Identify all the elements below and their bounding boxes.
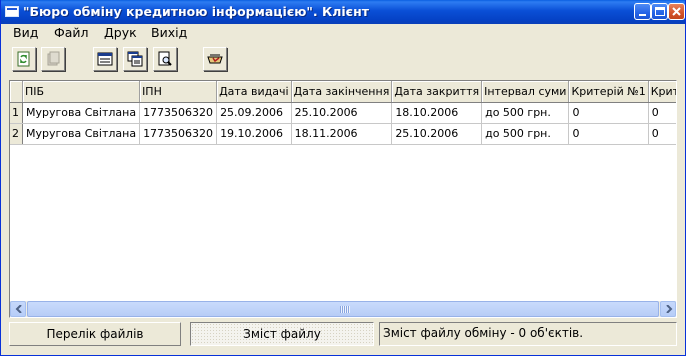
- table-row[interactable]: 2 Муругова Світлана 1773506320 19.10.200…: [10, 123, 676, 145]
- column-header[interactable]: Дата закриття: [391, 81, 483, 103]
- list-icon: [97, 52, 113, 66]
- status-bar: Зміст файлу обміну - 0 об'єктів.: [379, 322, 677, 346]
- table-cell[interactable]: 0: [568, 123, 649, 145]
- maximize-button[interactable]: [651, 3, 668, 20]
- column-header[interactable]: Дата закінчення: [291, 81, 393, 103]
- refresh-icon: [17, 51, 30, 67]
- chevron-left-icon: [15, 305, 22, 313]
- document-stack-icon: [47, 51, 60, 66]
- column-header[interactable]: Критерій №2: [648, 81, 676, 103]
- minimize-icon: [639, 14, 646, 16]
- table-cell[interactable]: 25.10.2006: [291, 102, 393, 124]
- window-title: "Бюро обміну кредитною інформацією". Клі…: [23, 4, 369, 19]
- menu-bar: Вид Файл Друк Вихід: [1, 24, 685, 42]
- chevron-right-icon: [666, 305, 673, 313]
- export-button[interactable]: [203, 47, 227, 71]
- list-view-button[interactable]: [93, 47, 117, 71]
- table-cell[interactable]: Муругова Світлана: [22, 123, 141, 145]
- menu-file[interactable]: Файл: [54, 25, 89, 40]
- table-cell[interactable]: 18.10.2006: [391, 102, 483, 124]
- table-cell[interactable]: 0: [648, 102, 676, 124]
- app-icon: [5, 6, 19, 17]
- menu-exit[interactable]: Вихід: [151, 25, 187, 40]
- scroll-thumb[interactable]: [27, 301, 659, 317]
- maximize-icon: [655, 7, 665, 16]
- table-cell[interactable]: до 500 грн.: [481, 102, 570, 124]
- disabled-doc-button[interactable]: [41, 47, 65, 71]
- windows-icon: [127, 51, 143, 67]
- table-cell[interactable]: до 500 грн.: [481, 123, 570, 145]
- data-grid[interactable]: ПІБ ІПН Дата видачі Дата закінчення Дата…: [9, 80, 677, 318]
- table-row[interactable]: 1 Муругова Світлана 1773506320 25.09.200…: [10, 102, 676, 124]
- toolbar: [1, 43, 685, 75]
- scroll-left-button[interactable]: [10, 301, 26, 317]
- multi-window-button[interactable]: [123, 47, 147, 71]
- main-window: "Бюро обміну кредитною інформацією". Клі…: [0, 0, 686, 356]
- tab-file-content[interactable]: Зміст файлу: [190, 322, 374, 346]
- horizontal-scrollbar[interactable]: [10, 301, 676, 317]
- table-cell[interactable]: 0: [648, 123, 676, 145]
- table-cell[interactable]: 25.10.2006: [391, 123, 483, 145]
- print-preview-icon: [158, 51, 172, 66]
- scroll-right-button[interactable]: [660, 301, 676, 317]
- table-cell[interactable]: 1773506320: [139, 123, 218, 145]
- column-header[interactable]: ІПН: [139, 81, 218, 103]
- close-button[interactable]: [668, 3, 685, 20]
- column-header[interactable]: Інтервал суми: [481, 81, 570, 103]
- tray-icon: [207, 54, 223, 64]
- menu-view[interactable]: Вид: [13, 25, 38, 40]
- column-header[interactable]: Критерій №1: [568, 81, 649, 103]
- refresh-button[interactable]: [12, 47, 36, 71]
- column-header[interactable]: Дата видачі: [216, 81, 292, 103]
- table-cell[interactable]: 1773506320: [139, 102, 218, 124]
- table-cell[interactable]: 19.10.2006: [216, 123, 292, 145]
- column-header[interactable]: ПІБ: [22, 81, 141, 103]
- minimize-button[interactable]: [634, 3, 651, 20]
- preview-button[interactable]: [153, 47, 177, 71]
- tab-file-list[interactable]: Перелік файлів: [9, 322, 181, 346]
- grip-icon: [340, 306, 350, 313]
- table-cell[interactable]: Муругова Світлана: [22, 102, 141, 124]
- row-number: 1: [10, 102, 23, 124]
- table-cell[interactable]: 18.11.2006: [291, 123, 393, 145]
- close-icon: [672, 7, 681, 16]
- table-cell[interactable]: 0: [568, 102, 649, 124]
- table-cell[interactable]: 25.09.2006: [216, 102, 292, 124]
- menu-print[interactable]: Друк: [104, 25, 137, 40]
- header-row: ПІБ ІПН Дата видачі Дата закінчення Дата…: [10, 81, 676, 103]
- title-bar[interactable]: "Бюро обміну кредитною інформацією". Клі…: [1, 0, 685, 24]
- data-table: ПІБ ІПН Дата видачі Дата закінчення Дата…: [10, 81, 676, 145]
- row-number: 2: [10, 123, 23, 145]
- indicator-header: [10, 81, 23, 103]
